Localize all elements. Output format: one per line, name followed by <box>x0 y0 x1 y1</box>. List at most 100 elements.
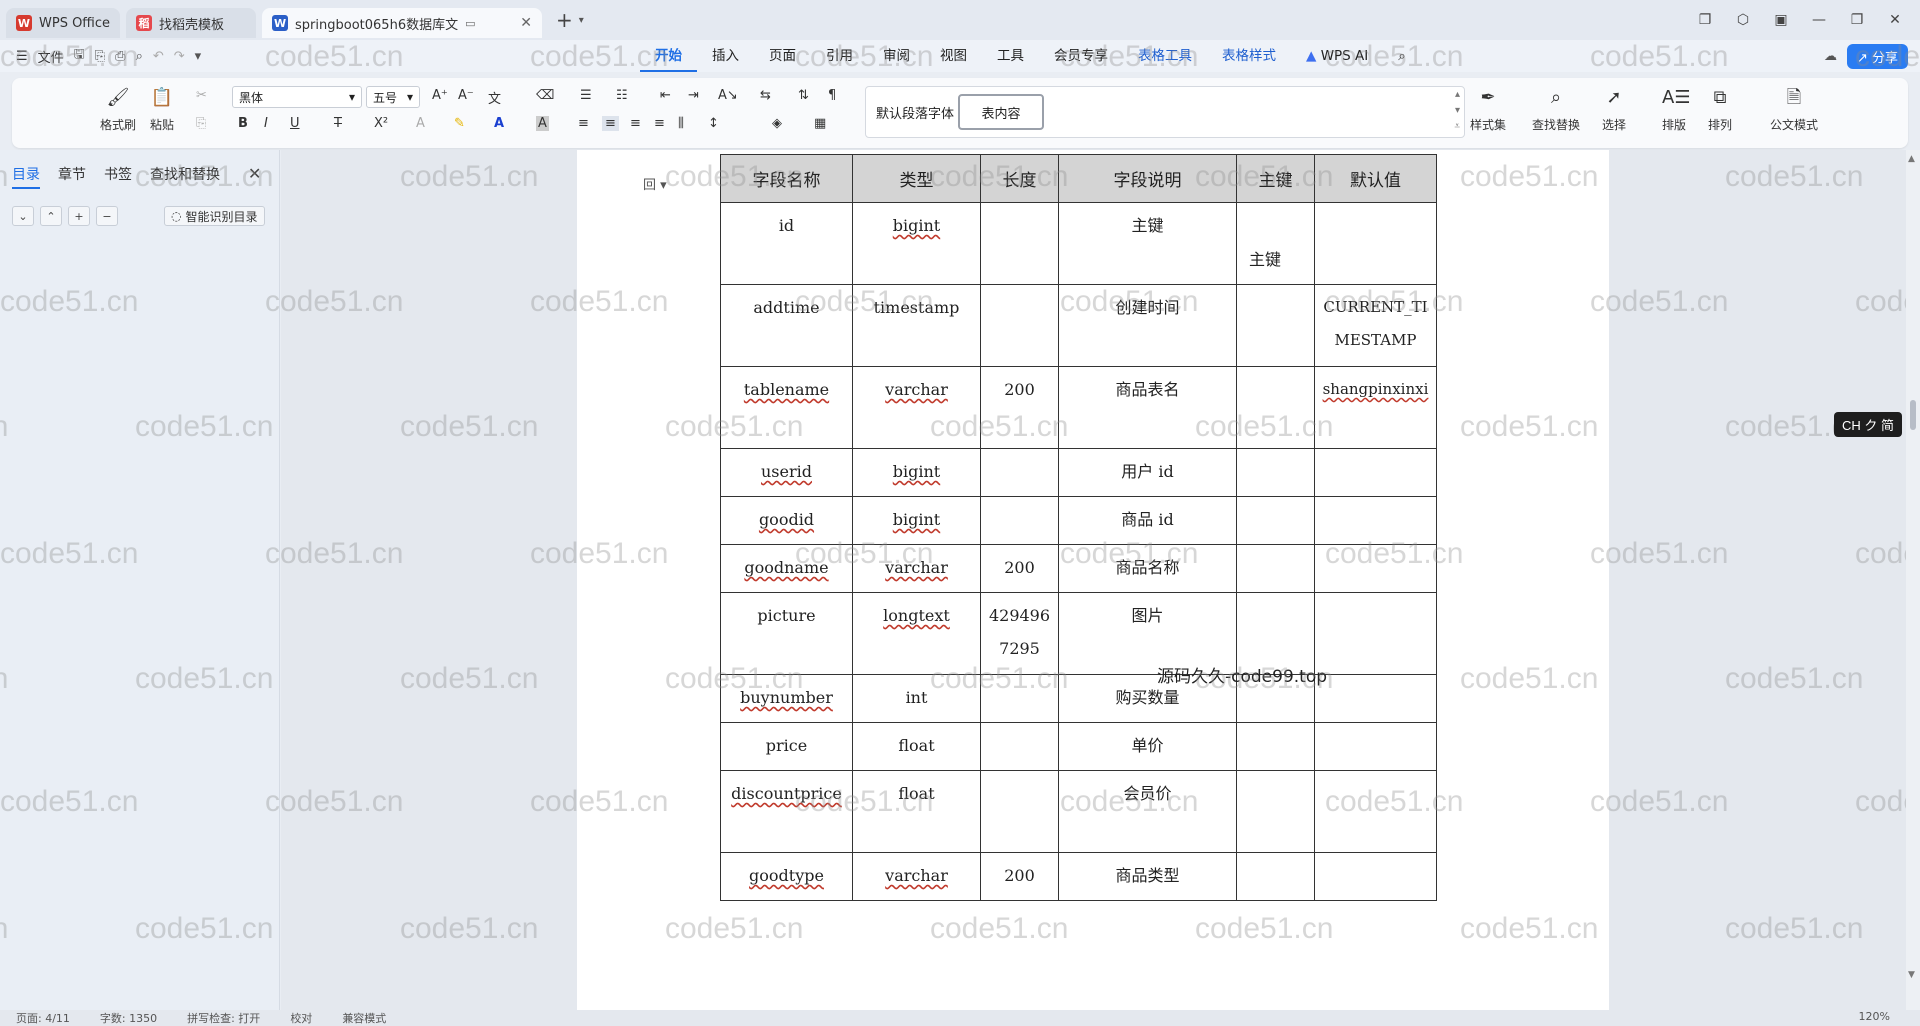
paragraph-handle-icon[interactable]: 回 ▾ <box>643 174 667 193</box>
status-spellcheck[interactable]: 拼写检查: 打开 <box>187 1010 260 1026</box>
tab-template[interactable]: 稻 找稻壳模板 <box>126 8 257 38</box>
underline-icon[interactable]: U <box>290 116 300 131</box>
italic-icon[interactable]: I <box>264 116 268 131</box>
cell-length[interactable]: 4294967295 <box>980 592 1059 675</box>
undo-icon[interactable]: ↶ <box>153 49 164 64</box>
sort-icon[interactable]: ⇅ <box>798 88 809 103</box>
scissors-icon[interactable]: ✂ <box>196 88 207 103</box>
chevron-up-icon[interactable]: ⌃ <box>40 206 62 226</box>
restore-icon[interactable]: ❐ <box>1696 12 1714 28</box>
box-icon[interactable]: ⬡ <box>1734 12 1752 28</box>
cell-default[interactable] <box>1314 496 1437 545</box>
grow-font-icon[interactable]: A⁺ <box>432 88 448 103</box>
shrink-font-icon[interactable]: A⁻ <box>458 88 474 103</box>
tab-review[interactable]: 审阅 <box>868 40 925 72</box>
cell-description[interactable]: 商品名称 <box>1058 544 1237 593</box>
cell-length[interactable] <box>980 674 1059 723</box>
tab-tools[interactable]: 工具 <box>982 40 1039 72</box>
close-icon[interactable]: ✕ <box>1886 12 1904 28</box>
cell-default[interactable] <box>1314 852 1437 901</box>
format-painter-button[interactable]: 🖌 格式刷 <box>100 78 136 133</box>
scrollbar-thumb[interactable] <box>1910 400 1916 430</box>
increase-indent-icon[interactable]: ⇥ <box>688 88 699 103</box>
cell-field-name[interactable]: id <box>720 202 853 285</box>
justify-icon[interactable]: ≡ <box>654 116 665 131</box>
tab-home[interactable]: 开始 <box>640 40 697 72</box>
cloud-upload-icon[interactable]: ☁ <box>1824 49 1837 64</box>
cell-primary-key[interactable] <box>1236 852 1315 901</box>
hamburger-icon[interactable]: ☰ <box>16 49 28 64</box>
layout-button[interactable]: A☰ 排版 <box>1662 78 1690 133</box>
cell-type[interactable]: bigint <box>852 202 981 285</box>
status-page[interactable]: 页面: 4/11 <box>16 1010 70 1026</box>
shading-icon[interactable]: ◈ <box>772 116 782 131</box>
cell-field-name[interactable]: goodname <box>720 544 853 593</box>
cell-description[interactable]: 单价 <box>1058 722 1237 771</box>
cell-type[interactable]: varchar <box>852 852 981 901</box>
cell-type[interactable]: timestamp <box>852 284 981 367</box>
font-color-icon[interactable]: A <box>494 116 504 131</box>
expand-icon[interactable]: ⩡ <box>1454 121 1460 132</box>
style-default-paragraph-font[interactable]: 默认段落字体 <box>874 94 956 130</box>
bold-icon[interactable]: B <box>238 116 248 131</box>
strikethrough-icon[interactable]: T <box>334 116 342 131</box>
export-pdf-icon[interactable]: ⎘ <box>95 49 105 64</box>
cell-type[interactable]: bigint <box>852 448 981 497</box>
cell-primary-key[interactable]: 主键 <box>1236 202 1315 285</box>
print-preview-icon[interactable]: ⌕ <box>136 49 143 64</box>
close-icon[interactable]: ✕ <box>248 164 261 183</box>
superscript-icon[interactable]: X² <box>374 116 388 131</box>
convert-icon[interactable]: ⇆ <box>760 88 771 103</box>
copy-icon[interactable]: ⎘ <box>196 116 206 131</box>
cell-field-name[interactable]: userid <box>720 448 853 497</box>
clear-format-icon[interactable]: ⌫ <box>536 88 554 103</box>
paste-button[interactable]: 📋 粘贴 <box>150 78 174 133</box>
status-proofread[interactable]: 校对 <box>290 1010 312 1026</box>
cell-field-name[interactable]: tablename <box>720 366 853 449</box>
nav-tab-find-replace[interactable]: 查找和替换 <box>150 164 220 189</box>
cell-field-name[interactable]: goodtype <box>720 852 853 901</box>
cell-description[interactable]: 商品 id <box>1058 496 1237 545</box>
chevron-up-icon[interactable]: ▴ <box>1455 89 1460 100</box>
align-left-icon[interactable]: ≡ <box>578 116 589 131</box>
cell-default[interactable] <box>1314 202 1437 285</box>
cell-type[interactable]: int <box>852 674 981 723</box>
cell-field-name[interactable]: picture <box>720 592 853 675</box>
cell-length[interactable]: 200 <box>980 852 1059 901</box>
cell-field-name[interactable]: buynumber <box>720 674 853 723</box>
minus-icon[interactable]: − <box>96 206 118 226</box>
distribute-icon[interactable]: ⫼ <box>678 116 684 131</box>
cell-description[interactable]: 用户 id <box>1058 448 1237 497</box>
cell-primary-key[interactable] <box>1236 448 1315 497</box>
tab-table-style[interactable]: 表格样式 <box>1207 40 1291 72</box>
cell-primary-key[interactable] <box>1236 284 1315 367</box>
font-size-select[interactable]: 五号 ▾ <box>366 86 420 108</box>
zoom-level[interactable]: 120% <box>1859 1010 1890 1023</box>
cell-primary-key[interactable] <box>1236 722 1315 771</box>
arrange-button[interactable]: ⧉ 排列 <box>1708 78 1732 133</box>
file-menu[interactable]: 文件 <box>38 47 64 66</box>
plus-icon[interactable]: + <box>68 206 90 226</box>
show-marks-icon[interactable]: ¶ <box>828 88 836 103</box>
decrease-indent-icon[interactable]: ⇤ <box>660 88 671 103</box>
phonetic-icon[interactable]: 文 <box>488 88 501 107</box>
status-compat-mode[interactable]: 兼容模式 <box>342 1010 386 1026</box>
cell-description[interactable]: 商品表名 <box>1058 366 1237 449</box>
cell-primary-key[interactable] <box>1236 366 1315 449</box>
char-shading-icon[interactable]: A <box>536 116 549 131</box>
cell-primary-key[interactable] <box>1236 544 1315 593</box>
cell-default[interactable] <box>1314 674 1437 723</box>
cell-primary-key[interactable] <box>1236 496 1315 545</box>
chevron-down-icon[interactable]: ▾ <box>1455 105 1460 116</box>
status-word-count[interactable]: 字数: 1350 <box>100 1010 157 1026</box>
cell-default[interactable] <box>1314 544 1437 593</box>
chevron-down-icon[interactable]: ▾ <box>579 15 584 26</box>
cell-field-name[interactable]: price <box>720 722 853 771</box>
chevron-down-icon[interactable]: ▾ <box>195 49 202 64</box>
cell-description[interactable]: 创建时间 <box>1058 284 1237 367</box>
cell-type[interactable]: float <box>852 770 981 853</box>
tab-document[interactable]: W springboot065h6数据库文 ▭ ✕ <box>262 8 543 38</box>
text-direction-icon[interactable]: A↘ <box>718 88 738 103</box>
scroll-up-icon[interactable]: ▲ <box>1908 154 1915 164</box>
cell-length[interactable]: 200 <box>980 366 1059 449</box>
